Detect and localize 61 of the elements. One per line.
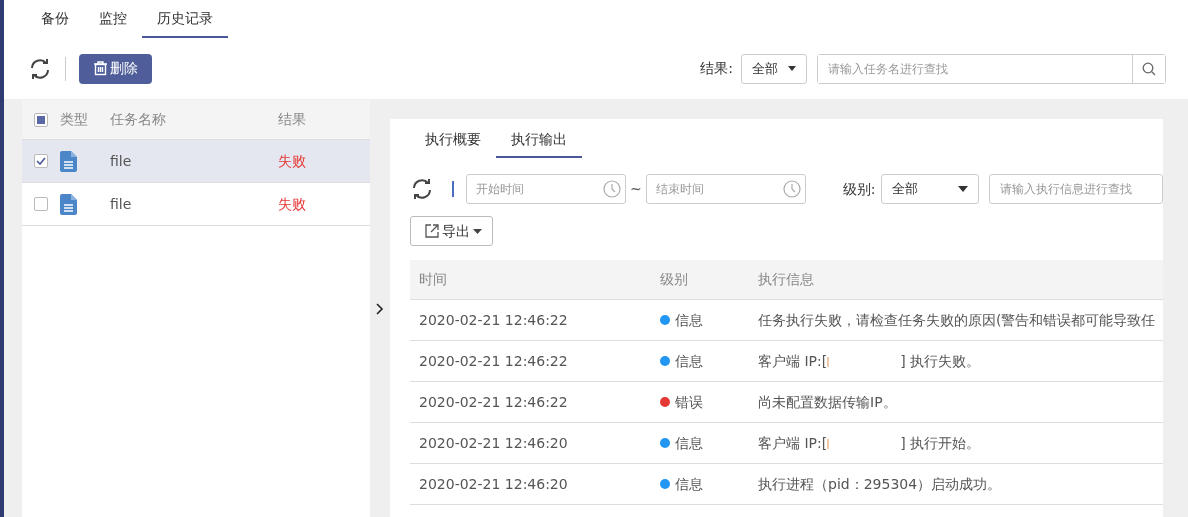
time-cell: 2020-02-21 12:46:22: [419, 352, 568, 369]
tab[interactable]: 历史记录: [142, 0, 228, 38]
search-icon[interactable]: [1132, 54, 1165, 83]
message-text: 尚未配置数据传输IP。: [758, 393, 897, 410]
row-checkbox[interactable]: [34, 197, 48, 211]
range-separator: ~: [629, 179, 642, 199]
tab[interactable]: 备份: [26, 0, 84, 38]
clock-icon: [602, 180, 621, 198]
document-icon: [60, 193, 77, 215]
level-text: 信息: [675, 310, 703, 330]
task-name: file: [110, 152, 132, 169]
level-text: 信息: [675, 474, 703, 494]
search-field[interactable]: 请输入执行信息进行查找: [988, 174, 1163, 204]
level-text: 错误: [675, 392, 703, 412]
refresh-icon[interactable]: [28, 56, 52, 81]
export-icon: [425, 224, 439, 238]
message-text: 客户端 IP:[: [758, 434, 828, 451]
task-name: file: [110, 195, 132, 212]
delete-button[interactable]: 删除: [79, 53, 152, 84]
result-text: 失败: [278, 195, 306, 212]
caret-icon: [957, 186, 968, 192]
time-cell: 2020-02-21 12:46:22: [419, 311, 568, 328]
end-time-field[interactable]: 结束时间: [645, 174, 806, 204]
expand-icon[interactable]: [376, 302, 384, 315]
time-cell: 2020-02-21 12:46:22: [419, 393, 568, 410]
document-icon: [60, 150, 77, 172]
export-button[interactable]: 导出: [410, 216, 493, 246]
refresh-icon[interactable]: [410, 177, 434, 201]
message-text: 客户端 IP:[: [758, 352, 828, 369]
tab[interactable]: 执行输出: [496, 119, 582, 158]
trash-icon: [93, 61, 108, 76]
caret-icon: [788, 66, 796, 71]
message-text: 执行进程（pid：295304）启动成功。: [758, 475, 1002, 492]
search-field[interactable]: 请输入任务名进行查找: [817, 53, 1166, 84]
caret-icon: [473, 228, 482, 234]
result-label: 结果:: [700, 59, 733, 78]
result-dropdown[interactable]: 全部: [741, 53, 807, 84]
level-label: 级别:: [842, 179, 876, 199]
column-header: 时间: [419, 271, 447, 287]
level-text: 信息: [675, 351, 703, 371]
time-cell: 2020-02-21 12:46:20: [419, 475, 568, 492]
column-header: 级别: [660, 270, 688, 289]
level-dropdown[interactable]: 全部: [881, 174, 979, 204]
result-text: 失败: [278, 152, 306, 169]
tab[interactable]: 监控: [84, 0, 142, 38]
time-cell: 2020-02-21 12:46:20: [419, 434, 568, 451]
table-row[interactable]: file 失败: [22, 140, 370, 183]
column-header: 类型: [60, 111, 88, 127]
table-row[interactable]: file 失败: [22, 183, 370, 226]
message-text: ] 执行开始。: [900, 434, 981, 451]
row-checkbox[interactable]: [34, 154, 48, 168]
select-all-checkbox[interactable]: [34, 112, 48, 127]
start-time-field[interactable]: 开始时间: [465, 174, 626, 204]
column-header: 执行信息: [758, 271, 814, 287]
message-text: ] 执行失败。: [900, 352, 981, 369]
clock-icon: [782, 180, 801, 198]
level-text: 信息: [675, 433, 703, 453]
column-header: 任务名称: [110, 111, 166, 127]
column-header: 结果: [278, 111, 306, 127]
message-text: 任务执行失败，请检查任务失败的原因(警告和错误都可能导致任: [758, 311, 1156, 328]
tab[interactable]: 执行概要: [410, 119, 496, 158]
